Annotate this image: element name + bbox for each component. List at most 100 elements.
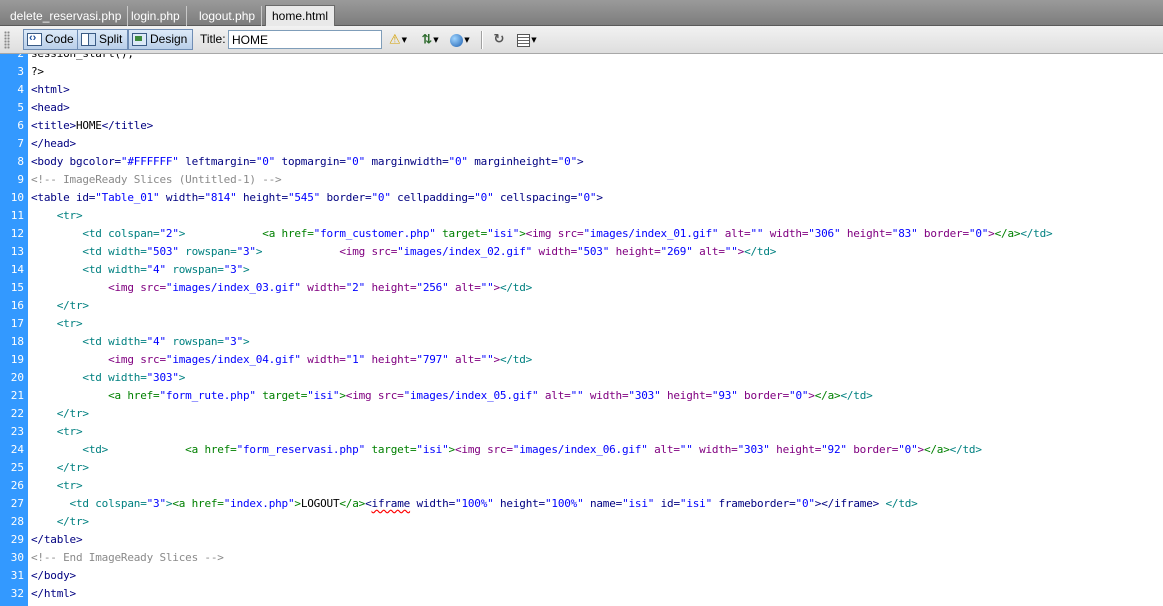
code-line[interactable]: 5 <head>: [0, 99, 1163, 117]
tab-home-html[interactable]: home.html: [265, 5, 336, 27]
line-number: 27: [10, 497, 24, 510]
split-view-button[interactable]: Split: [77, 29, 129, 50]
split-view-icon: [81, 33, 96, 46]
line-number: 14: [10, 263, 24, 276]
line-number: 5: [17, 101, 24, 114]
line-number: 16: [10, 299, 24, 312]
code-editor[interactable]: 2 session_start(); 3 ?> 4 <html> 5 <head> 6 <titl…: [0, 54, 1163, 606]
code-line-text: </head>: [31, 137, 76, 150]
tab-logout[interactable]: logout.php: [193, 6, 263, 26]
code-line[interactable]: 17 <tr>: [0, 315, 1163, 333]
code-line-text: <td colspan="3"><a href="index.php">LOGO…: [69, 497, 918, 510]
line-number: 4: [17, 83, 24, 96]
code-line-text: </table>: [31, 533, 83, 546]
line-number: 12: [10, 227, 24, 240]
line-number: 24: [10, 443, 24, 456]
line-number: 23: [10, 425, 24, 438]
code-line[interactable]: 18 <td width="4" rowspan="3">: [0, 333, 1163, 351]
code-line[interactable]: 8 <body bgcolor="#FFFFFF" leftmargin="0" …: [0, 153, 1163, 171]
code-line[interactable]: 12 <td colspan="2"> <a href="form_custom…: [0, 225, 1163, 243]
refresh-icon: ↻: [493, 32, 505, 47]
line-number: 11: [10, 209, 24, 222]
code-line[interactable]: 30 <!-- End ImageReady Slices -->: [0, 549, 1163, 567]
file-management-button[interactable]: ⇅▼: [418, 30, 442, 50]
refresh-button[interactable]: ↻: [487, 30, 511, 50]
line-number: 19: [10, 353, 24, 366]
code-line[interactable]: 10 <table id="Table_01" width="814" heigh…: [0, 189, 1163, 207]
code-line[interactable]: 20 <td width="303">: [0, 369, 1163, 387]
code-line[interactable]: 2 session_start();: [0, 54, 1163, 63]
tab-delete-reservasi[interactable]: delete_reservasi.php: [4, 6, 129, 26]
code-line[interactable]: 19 <img src="images/index_04.gif" width=…: [0, 351, 1163, 369]
code-line[interactable]: 28 </tr>: [0, 513, 1163, 531]
code-line[interactable]: 24 <td> <a href="form_reservasi.php" tar…: [0, 441, 1163, 459]
line-number: 6: [17, 119, 24, 132]
file-management-icon: ⇅: [421, 32, 433, 48]
code-view-button[interactable]: Code: [23, 29, 80, 50]
code-line-text: <tr>: [56, 479, 83, 492]
code-line[interactable]: 32 </html>: [0, 585, 1163, 603]
code-line[interactable]: 16 </tr>: [0, 297, 1163, 315]
code-line[interactable]: 11 <tr>: [0, 207, 1163, 225]
design-view-button[interactable]: Design: [128, 29, 194, 50]
code-line[interactable]: 4 <html>: [0, 81, 1163, 99]
code-line-text: <tr>: [56, 425, 83, 438]
document-tab-bar: delete_reservasi.php login.php logout.ph…: [0, 0, 1163, 27]
code-line[interactable]: 15 <img src="images/index_03.gif" width=…: [0, 279, 1163, 297]
line-number: 25: [10, 461, 24, 474]
code-line[interactable]: 22 </tr>: [0, 405, 1163, 423]
code-line[interactable]: 9 <!-- ImageReady Slices (Untitled-1) -->: [0, 171, 1163, 189]
code-line-text: </html>: [31, 587, 76, 600]
line-number: 32: [10, 587, 24, 600]
code-line[interactable]: 13 <td width="503" rowspan="3"> <img src…: [0, 243, 1163, 261]
code-lines: 2 session_start(); 3 ?> 4 <html> 5 <head> 6 <titl…: [0, 54, 1163, 603]
chevron-down-icon: ▼: [401, 36, 408, 44]
line-number: 29: [10, 533, 24, 546]
preview-in-browser-button[interactable]: ▼: [448, 30, 472, 50]
code-line[interactable]: 7 </head>: [0, 135, 1163, 153]
browser-check-button[interactable]: ⚠▼: [386, 30, 410, 50]
line-number: 21: [10, 389, 24, 402]
line-number: 9: [17, 173, 24, 186]
code-line-text: <!-- ImageReady Slices (Untitled-1) -->: [31, 173, 282, 186]
preview-in-browser-icon: [450, 33, 464, 47]
code-line[interactable]: 31 </body>: [0, 567, 1163, 585]
chevron-down-icon: ▼: [433, 36, 439, 44]
code-line-text: <td width="4" rowspan="3">: [82, 263, 250, 276]
code-line[interactable]: 3 ?>: [0, 63, 1163, 81]
design-view-icon: [132, 33, 147, 46]
code-line-text: <td width="303">: [82, 371, 186, 384]
code-line-text: <table id="Table_01" width="814" height=…: [31, 191, 603, 204]
view-options-button[interactable]: ▼: [515, 30, 539, 50]
line-number: 31: [10, 569, 24, 582]
code-line-text: </body>: [31, 569, 76, 582]
code-line-text: <a href="form_rute.php" target="isi"><im…: [108, 389, 873, 402]
code-line[interactable]: 21 <a href="form_rute.php" target="isi">…: [0, 387, 1163, 405]
code-line-text: <td colspan="2"> <a href="form_customer.…: [82, 227, 1053, 240]
code-line-text: <tr>: [56, 209, 83, 222]
code-line-text: ?>: [31, 65, 44, 78]
line-number: 30: [10, 551, 24, 564]
line-number: 26: [10, 479, 24, 492]
code-line[interactable]: 26 <tr>: [0, 477, 1163, 495]
toolbar-grip[interactable]: [4, 31, 10, 49]
code-line-text: <html>: [31, 83, 70, 96]
code-line[interactable]: 29 </table>: [0, 531, 1163, 549]
split-view-label: Split: [99, 32, 123, 46]
document-toolbar: Code Split Design Title: ⚠▼ ⇅▼ ▼ ↻ ▼: [0, 26, 1163, 54]
line-number: 15: [10, 281, 24, 294]
tab-login[interactable]: login.php: [125, 6, 187, 26]
code-line[interactable]: 23 <tr>: [0, 423, 1163, 441]
code-line-text: </tr>: [56, 461, 89, 474]
browser-check-icon: ⚠: [388, 32, 401, 48]
document-title-input[interactable]: [228, 30, 382, 49]
line-number: 18: [10, 335, 24, 348]
code-line[interactable]: 14 <td width="4" rowspan="3">: [0, 261, 1163, 279]
line-number: 2: [0, 54, 24, 63]
design-view-label: Design: [150, 32, 188, 46]
code-line-text: <body bgcolor="#FFFFFF" leftmargin="0" t…: [31, 155, 584, 168]
code-line-text: <img src="images/index_03.gif" width="2"…: [108, 281, 533, 294]
code-line[interactable]: 6 <title>HOME</title>: [0, 117, 1163, 135]
code-line[interactable]: 25 </tr>: [0, 459, 1163, 477]
code-line[interactable]: 27 <td colspan="3"><a href="index.php">L…: [0, 495, 1163, 513]
